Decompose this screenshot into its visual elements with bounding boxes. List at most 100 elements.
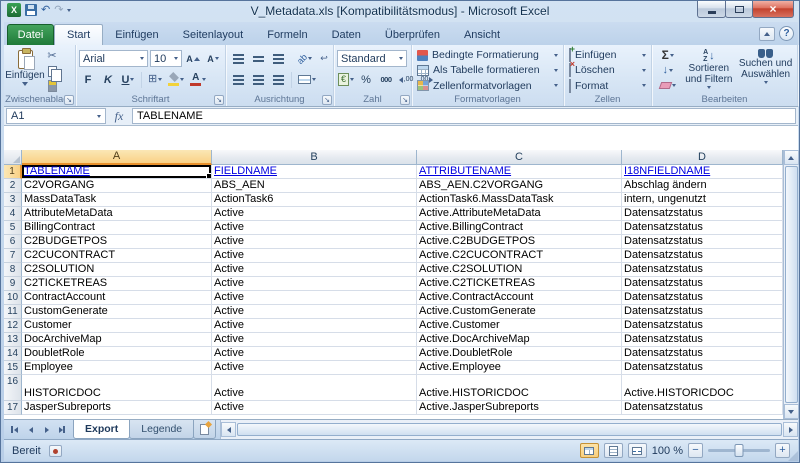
cell-C15[interactable]: Active.Employee [417,361,622,375]
cell-C9[interactable]: Active.C2TICKETREAS [417,277,622,291]
cell-styles-button[interactable]: Zellenformatvorlagen [415,79,560,93]
cell-D3[interactable]: intern, ungenutzt [622,193,783,207]
cell-D4[interactable]: Datensatzstatus [622,207,783,221]
cell-C4[interactable]: Active.AttributeMetaData [417,207,622,221]
align-right-button[interactable] [269,71,287,89]
cell-B3[interactable]: ActionTask6 [212,193,417,207]
cell-A11[interactable]: CustomGenerate [22,305,212,319]
cell-D11[interactable]: Datensatzstatus [622,305,783,319]
tab-formeln[interactable]: Formeln [255,24,319,45]
cell-B8[interactable]: Active [212,263,417,277]
vertical-scrollbar[interactable] [783,150,798,419]
normal-view-button[interactable] [580,443,599,458]
cell-A15[interactable]: Employee [22,361,212,375]
cell-B5[interactable]: Active [212,221,417,235]
save-icon[interactable] [25,4,37,16]
select-all-corner[interactable] [4,150,22,165]
qat-customize-icon[interactable] [67,9,71,12]
fill-color-button[interactable] [166,71,186,89]
cell-B7[interactable]: Active [212,249,417,263]
cell-C6[interactable]: Active.C2BUDGETPOS [417,235,622,249]
horizontal-scroll-thumb[interactable] [237,423,782,436]
wrap-text-button[interactable]: ↩ [315,50,333,68]
row-header-7[interactable]: 7 [4,249,22,263]
file-tab[interactable]: Datei [7,24,54,45]
cell-D6[interactable]: Datensatzstatus [622,235,783,249]
row-header-8[interactable]: 8 [4,263,22,277]
orientation-button[interactable]: ab [295,50,313,68]
cell-D2[interactable]: Abschlag ändern [622,179,783,193]
cell-D9[interactable]: Datensatzstatus [622,277,783,291]
cell-B17[interactable]: Active [212,401,417,415]
cell-D10[interactable]: Datensatzstatus [622,291,783,305]
last-sheet-button[interactable] [55,422,70,437]
align-top-button[interactable] [229,50,247,68]
bold-button[interactable]: F [79,71,97,89]
row-header-15[interactable]: 15 [4,361,22,375]
align-center-button[interactable] [249,71,267,89]
clear-button[interactable] [655,79,680,93]
cell-B16[interactable]: Active [212,375,417,401]
autosum-button[interactable]: Σ [655,48,680,62]
col-header-B[interactable]: B [212,150,417,165]
help-button[interactable]: ? [779,26,794,41]
row-header-6[interactable]: 6 [4,235,22,249]
close-button[interactable]: × [752,1,794,18]
row-header-10[interactable]: 10 [4,291,22,305]
cut-button[interactable]: ✂ [43,50,61,64]
zoom-out-button[interactable]: − [688,443,703,458]
cell-A3[interactable]: MassDataTask [22,193,212,207]
formula-input[interactable]: TABLENAME [132,108,796,124]
excel-app-icon[interactable]: X [7,3,21,17]
currency-format-button[interactable]: € [337,71,355,89]
cell-B9[interactable]: Active [212,277,417,291]
cell-A2[interactable]: C2VORGANG [22,179,212,193]
cell-B13[interactable]: Active [212,333,417,347]
page-layout-view-button[interactable] [604,443,623,458]
cell-A14[interactable]: DoubletRole [22,347,212,361]
resize-grip[interactable] [788,451,798,461]
macro-record-button[interactable] [49,445,62,457]
cell-C14[interactable]: Active.DoubletRole [417,347,622,361]
cell-A8[interactable]: C2SOLUTION [22,263,212,277]
cell-D8[interactable]: Datensatzstatus [622,263,783,277]
underline-button[interactable]: U [119,71,137,89]
cell-A9[interactable]: C2TICKETREAS [22,277,212,291]
col-header-C[interactable]: C [417,150,622,165]
undo-icon[interactable]: ↶ [41,4,50,16]
format-as-table-button[interactable]: Als Tabelle formatieren [415,63,560,77]
fill-button[interactable]: ↓ [655,63,680,77]
cell-D14[interactable]: Datensatzstatus [622,347,783,361]
sheet-tab-legende[interactable]: Legende [129,420,194,439]
row-header-4[interactable]: 4 [4,207,22,221]
align-middle-button[interactable] [249,50,267,68]
cell-C17[interactable]: Active.JasperSubreports [417,401,622,415]
row-header-16[interactable]: 16 [4,375,22,401]
font-dialog-launcher[interactable]: ↘ [214,95,224,105]
cell-C7[interactable]: Active.C2CUCONTRACT [417,249,622,263]
name-box[interactable]: A1 [6,108,106,124]
cell-B10[interactable]: Active [212,291,417,305]
merge-center-button[interactable] [296,71,318,89]
clipboard-dialog-launcher[interactable]: ↘ [64,95,74,105]
cell-A6[interactable]: C2BUDGETPOS [22,235,212,249]
delete-cells-button[interactable]: × Löschen [567,63,648,77]
col-header-D[interactable]: D [622,150,783,165]
align-left-button[interactable] [229,71,247,89]
col-header-A[interactable]: A [22,150,212,165]
tab-ansicht[interactable]: Ansicht [452,24,512,45]
cell-A12[interactable]: Customer [22,319,212,333]
page-break-view-button[interactable] [628,443,647,458]
cell-A7[interactable]: C2CUCONTRACT [22,249,212,263]
cell-B2[interactable]: ABS_AEN [212,179,417,193]
cell-A1[interactable]: TABLENAME [22,165,212,179]
previous-sheet-button[interactable] [23,422,38,437]
find-select-button[interactable]: Suchen und Auswählen [737,48,794,93]
cell-B11[interactable]: Active [212,305,417,319]
sheet-tab-export[interactable]: Export [73,420,130,439]
number-dialog-launcher[interactable]: ↘ [400,95,410,105]
tab-ueberpruefen[interactable]: Überprüfen [373,24,452,45]
cell-A16[interactable]: HISTORICDOC [22,375,212,401]
cell-C8[interactable]: Active.C2SOLUTION [417,263,622,277]
cell-D15[interactable]: Datensatzstatus [622,361,783,375]
